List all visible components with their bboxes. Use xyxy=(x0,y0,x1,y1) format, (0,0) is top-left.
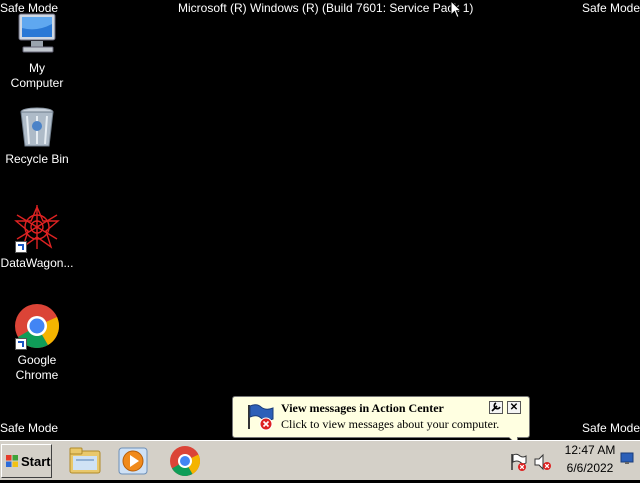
balloon-title: View messages in Action Center xyxy=(281,401,444,415)
taskbar-chrome-button[interactable] xyxy=(168,444,202,478)
chrome-icon xyxy=(13,302,61,350)
monitor-icon xyxy=(620,452,634,469)
clock-date[interactable]: 6/6/2022 xyxy=(562,461,618,475)
recycle-bin-icon xyxy=(17,106,57,148)
desktop-icon-label: My Computer xyxy=(10,61,64,90)
show-desktop-button[interactable] xyxy=(620,451,634,465)
taskbar: Start xyxy=(0,440,640,480)
desktop-icon-google-chrome[interactable]: Google Chrome xyxy=(0,302,74,383)
shortcut-arrow-icon xyxy=(15,241,27,253)
mouse-cursor-icon xyxy=(450,0,463,24)
taskbar-media-player-button[interactable] xyxy=(116,444,150,478)
windows-logo-icon xyxy=(6,455,18,467)
desktop-icon-label: DataWagon... xyxy=(0,256,74,270)
media-player-icon xyxy=(116,447,150,482)
safe-mode-label-bottom-right: Safe Mode xyxy=(581,421,640,435)
desktop-icon-recycle-bin[interactable]: Recycle Bin xyxy=(0,106,74,167)
desktop-icon-datawagon[interactable]: DataWagon... xyxy=(0,205,74,271)
os-build-text: Microsoft (R) Windows (R) (Build 7601: S… xyxy=(178,1,474,15)
action-center-balloon[interactable]: View messages in Action Center Click to … xyxy=(232,396,530,446)
shortcut-arrow-icon xyxy=(15,338,27,350)
folder-icon xyxy=(68,447,102,482)
safe-mode-label-top-right: Safe Mode xyxy=(581,1,640,15)
start-button[interactable]: Start xyxy=(1,444,52,478)
clock-time[interactable]: 12:47 AM xyxy=(562,443,618,457)
safe-mode-label-bottom-left: Safe Mode xyxy=(0,421,59,435)
taskbar-explorer-button[interactable] xyxy=(68,444,102,478)
balloon-message[interactable]: Click to view messages about your comput… xyxy=(281,417,499,432)
desktop-icon-my-computer[interactable]: My Computer xyxy=(0,10,74,91)
chrome-icon xyxy=(168,446,202,482)
computer-icon xyxy=(13,10,61,58)
volume-muted-icon[interactable] xyxy=(533,452,553,477)
action-center-flag-icon xyxy=(245,403,275,431)
desktop-icon-label: Google Chrome xyxy=(15,353,59,382)
start-label: Start xyxy=(21,454,51,469)
datawagon-icon xyxy=(13,205,61,253)
close-icon: ✕ xyxy=(509,402,519,413)
wrench-icon xyxy=(491,402,501,415)
desktop-icon-label: Recycle Bin xyxy=(5,152,69,166)
action-center-tray-icon[interactable] xyxy=(509,452,529,477)
balloon-close-button[interactable]: ✕ xyxy=(507,401,521,414)
balloon-options-button[interactable] xyxy=(489,401,503,414)
